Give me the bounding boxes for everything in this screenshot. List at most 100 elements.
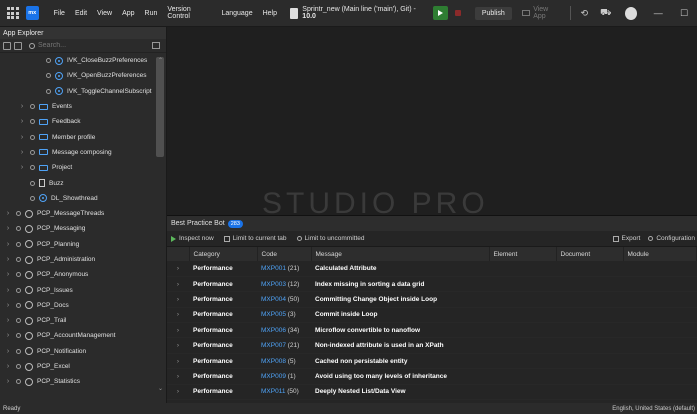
- row-code[interactable]: MXP011: [261, 388, 285, 395]
- chevron-right-icon[interactable]: ›: [4, 241, 12, 248]
- maximize-icon[interactable]: ☐: [671, 8, 697, 19]
- stop-button[interactable]: [452, 6, 465, 20]
- export-button[interactable]: Export: [612, 235, 640, 242]
- expand-row-icon[interactable]: ›: [167, 322, 189, 339]
- minimize-icon[interactable]: —: [645, 8, 671, 18]
- publish-button[interactable]: Publish: [474, 6, 512, 20]
- tree-item[interactable]: › PCP_Docs: [0, 298, 166, 313]
- row-code[interactable]: MXP005: [261, 311, 286, 318]
- scroll-down-icon[interactable]: ⌄: [158, 385, 163, 392]
- chevron-right-icon[interactable]: ›: [4, 348, 12, 355]
- column-header-document[interactable]: Document: [556, 247, 624, 261]
- tree-item[interactable]: › PCP_Trail: [0, 313, 166, 328]
- column-header-message[interactable]: Message: [311, 247, 490, 261]
- cart-icon[interactable]: ⛟: [594, 7, 617, 19]
- chevron-right-icon[interactable]: ›: [18, 103, 26, 110]
- tree-item[interactable]: › PCP_Administration: [0, 252, 166, 267]
- tree-item[interactable]: › Events: [0, 99, 166, 114]
- tree-item[interactable]: Buzz: [0, 175, 166, 190]
- table-row[interactable]: › Performance MXP003 (12) Index missing in …: [167, 276, 697, 293]
- row-code[interactable]: MXP009: [261, 373, 286, 380]
- chevron-right-icon[interactable]: ›: [4, 256, 12, 263]
- limit-uncommitted-toggle[interactable]: Limit to uncommitted: [296, 235, 364, 242]
- menu-edit[interactable]: Edit: [70, 0, 92, 27]
- row-code[interactable]: MXP006: [261, 327, 286, 334]
- expand-row-icon[interactable]: ›: [167, 337, 189, 354]
- tree-item[interactable]: › Feedback: [0, 114, 166, 129]
- chevron-right-icon[interactable]: ›: [4, 271, 12, 278]
- language-selector[interactable]: English, United States (default): [612, 406, 697, 412]
- table-row[interactable]: › Performance MXP011 (50) Deeply Nested Lis…: [167, 384, 697, 401]
- tree-item[interactable]: › Project: [0, 160, 166, 175]
- tree-item[interactable]: › PCP_Issues: [0, 282, 166, 297]
- explorer-search-input[interactable]: [38, 42, 118, 49]
- expand-row-icon[interactable]: ›: [167, 384, 189, 401]
- table-row[interactable]: › Performance MXP005 (3) Commit inside Loop: [167, 307, 697, 324]
- chevron-right-icon[interactable]: ›: [4, 378, 12, 385]
- menu-view[interactable]: View: [92, 0, 117, 27]
- table-row[interactable]: › Performance MXP009 (1) Avoid using too ma…: [167, 368, 697, 385]
- chevron-right-icon[interactable]: ›: [18, 118, 26, 125]
- expand-row-icon[interactable]: ›: [167, 261, 189, 277]
- table-row[interactable]: › Performance MXP004 (50) Committing Change…: [167, 291, 697, 308]
- column-header-module[interactable]: Module: [623, 247, 697, 261]
- tree-item[interactable]: › PCP_Statistics: [0, 374, 166, 389]
- tree-item[interactable]: IVK_ToggleChannelSubscript: [0, 84, 166, 99]
- menu-run[interactable]: Run: [140, 0, 163, 27]
- tree-item[interactable]: IVK_CloseBuzzPreferences: [0, 53, 166, 68]
- menu-language[interactable]: Language: [216, 0, 257, 27]
- explorer-horizontal-scrollbar[interactable]: [0, 395, 166, 403]
- chevron-right-icon[interactable]: ›: [4, 225, 12, 232]
- tree-item[interactable]: › Message composing: [0, 145, 166, 160]
- app-grid-icon[interactable]: [0, 0, 26, 27]
- row-code[interactable]: MXP008: [261, 358, 286, 365]
- chevron-right-icon[interactable]: ›: [4, 302, 12, 309]
- chevron-right-icon[interactable]: ›: [4, 332, 12, 339]
- scroll-up-icon[interactable]: ⌃: [158, 57, 163, 64]
- tree-item[interactable]: › PCP_Notification: [0, 344, 166, 359]
- expand-row-icon[interactable]: ›: [167, 291, 189, 308]
- column-header-code[interactable]: Code: [257, 247, 312, 261]
- tree-item[interactable]: › PCP_Messaging: [0, 221, 166, 236]
- tree-item[interactable]: › PCP_MessageThreads: [0, 206, 166, 221]
- chevron-right-icon[interactable]: ›: [18, 164, 26, 171]
- table-row[interactable]: › Performance MXP007 (21) Non-indexed attri…: [167, 337, 697, 354]
- configuration-button[interactable]: Configuration: [648, 235, 695, 242]
- column-header-element[interactable]: Element: [489, 247, 557, 261]
- table-row[interactable]: › Performance MXP006 (34) Microflow convert…: [167, 322, 697, 339]
- row-code[interactable]: MXP007: [261, 342, 286, 349]
- tree-item[interactable]: › PCP_Anonymous: [0, 267, 166, 282]
- row-code[interactable]: MXP004: [261, 296, 286, 303]
- menu-version-control[interactable]: Version Control: [162, 0, 216, 27]
- tree-item[interactable]: › PCP_Planning: [0, 237, 166, 252]
- tree-item[interactable]: DL_Showthread: [0, 191, 166, 206]
- filter-icon[interactable]: [152, 42, 160, 49]
- table-row[interactable]: › Performance MXP001 (21) Calculated Attrib…: [167, 261, 697, 277]
- tab-best-practice-bot[interactable]: Best Practice Bot 283: [171, 219, 243, 228]
- tree-item[interactable]: IVK_OpenBuzzPreferences: [0, 68, 166, 83]
- share-icon[interactable]: ⟲: [575, 8, 595, 19]
- chevron-right-icon[interactable]: ›: [18, 134, 26, 141]
- user-avatar[interactable]: [625, 6, 638, 20]
- expand-row-icon[interactable]: ›: [167, 276, 189, 293]
- expand-row-icon[interactable]: ›: [167, 353, 189, 370]
- view-app-button[interactable]: View App: [516, 6, 566, 20]
- menu-app[interactable]: App: [117, 0, 139, 27]
- run-locally-button[interactable]: [433, 6, 448, 20]
- menu-help[interactable]: Help: [258, 0, 282, 27]
- chevron-right-icon[interactable]: ›: [18, 149, 26, 156]
- tree-item[interactable]: › PCP_AccountManagement: [0, 328, 166, 343]
- menu-file[interactable]: File: [49, 0, 70, 27]
- link-editor-icon[interactable]: [14, 41, 22, 50]
- column-header-category[interactable]: Category: [189, 247, 258, 261]
- tree-item[interactable]: › Member profile: [0, 129, 166, 144]
- tree-item[interactable]: › PCP_Excel: [0, 359, 166, 374]
- chevron-right-icon[interactable]: ›: [4, 363, 12, 370]
- explorer-scrollbar[interactable]: [156, 57, 164, 157]
- expand-row-icon[interactable]: ›: [167, 307, 189, 324]
- chevron-right-icon[interactable]: ›: [4, 317, 12, 324]
- limit-current-tab-toggle[interactable]: Limit to current tab: [223, 235, 287, 242]
- chevron-right-icon[interactable]: ›: [4, 210, 12, 217]
- row-code[interactable]: MXP001: [261, 265, 286, 272]
- collapse-all-icon[interactable]: [3, 41, 11, 50]
